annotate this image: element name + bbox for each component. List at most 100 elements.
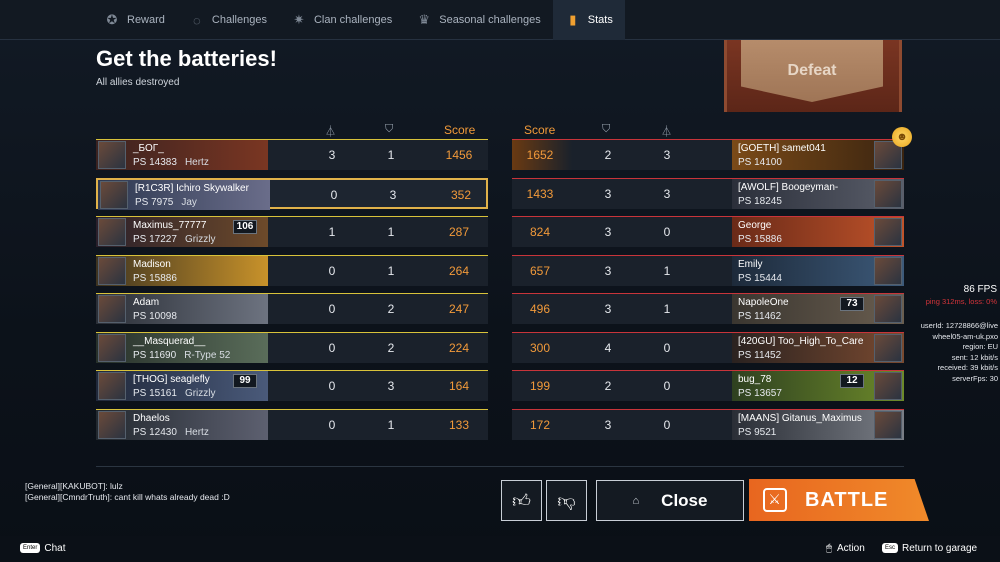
result-banner: Defeat: [724, 40, 902, 112]
tab-label: Clan challenges: [313, 14, 393, 26]
challenges-icon: ◌: [193, 12, 201, 28]
vehicle-name: R-Type 52: [184, 350, 231, 361]
enemy-assists-value: 2: [604, 148, 612, 162]
power-score-value: PS 15161: [133, 388, 177, 399]
enemy-kills-value: 3: [663, 187, 671, 201]
close-button[interactable]: ⌂ Close: [596, 480, 744, 521]
power-score-value: PS 10098: [133, 311, 177, 322]
enemy-score-value: 300: [529, 341, 551, 355]
enemy-assists-value: 2: [604, 379, 612, 393]
dislike-button[interactable]: 👎︎: [546, 480, 587, 521]
enemy-row[interactable]: [AWOLF] Boogeyman- PS 18245 1433 3 3: [512, 178, 904, 209]
player-name: [MAANS] Gitanus_Maximus: [738, 413, 862, 424]
assists-column-icon: ⛉: [602, 123, 611, 135]
top-player-badge-icon: ☻: [892, 127, 912, 147]
player-avatar: [874, 295, 902, 323]
tab-stats[interactable]: ▮ Stats: [552, 0, 625, 40]
return-to-garage-hint[interactable]: Esc Return to garage: [882, 543, 977, 554]
mission-title: Get the batteries!: [96, 46, 277, 71]
player-power-score: PS 15161 Grizzly: [133, 388, 216, 399]
ally-row[interactable]: Dhaelos PS 12430 Hertz 0 1 133: [96, 409, 488, 440]
player-power-score: PS 11462: [738, 311, 782, 322]
player-power-score: PS 10098: [133, 311, 177, 322]
network-stats: userId: 12728866@live wheel05-am-uk.pxo …: [905, 321, 998, 385]
player-avatar: [874, 180, 902, 208]
enemy-assists-value: 3: [604, 302, 612, 316]
enemy-row[interactable]: [GOETH] samet041 PS 14100 1652 2 3: [512, 139, 904, 170]
kills-column-icon: ⏃: [661, 126, 672, 138]
power-score-value: PS 11690: [133, 350, 177, 361]
battle-button[interactable]: ⚔ BATTLE: [749, 479, 929, 521]
tab-label: Challenges: [211, 14, 267, 26]
mouse-icon: 🖱︎: [826, 543, 832, 554]
stats-screen: ✪ Reward ◌ Challenges ✷ Clan challenges …: [0, 0, 1000, 562]
ally-kills-value: 0: [328, 418, 336, 432]
enemy-row[interactable]: bug_78 PS 13657 12 199 2 0: [512, 370, 904, 401]
power-score-value: PS 15886: [133, 273, 177, 284]
enemy-row[interactable]: NapoleOne PS 11462 73 496 3 1: [512, 293, 904, 324]
player-power-score: PS 9521: [738, 427, 777, 438]
seasonal-challenges-icon: ♛: [418, 12, 431, 27]
player-power-score: PS 17227 Grizzly: [133, 234, 216, 245]
enemy-row[interactable]: [420GU] Too_High_To_Care PS 11452 300 4 0: [512, 332, 904, 363]
player-avatar: [874, 411, 902, 439]
chat-hint[interactable]: Enter Chat: [20, 543, 65, 554]
network-line: region: EU: [962, 342, 998, 352]
like-button[interactable]: 👍︎: [501, 480, 542, 521]
action-hint[interactable]: 🖱︎ Action: [826, 543, 865, 554]
ally-row[interactable]: [THOG] seaglefly PS 15161 Grizzly 99 0 3 164: [96, 370, 488, 401]
player-power-score: PS 12430 Hertz: [133, 427, 209, 438]
player-avatar: [100, 181, 128, 209]
player-level-badge: 106: [233, 220, 257, 234]
enemy-row[interactable]: Emily PS 15444 657 3 1: [512, 255, 904, 286]
power-score-value: PS 7975: [135, 197, 174, 208]
tab-label: Stats: [587, 14, 613, 26]
player-name: NapoleOne: [738, 297, 789, 308]
enemy-score-value: 1652: [526, 148, 554, 162]
ally-row[interactable]: [R1C3R] Ichiro Skywalker PS 7975 Jay 0 3 352: [96, 178, 488, 210]
player-level-badge: 99: [233, 374, 257, 388]
ping-readout: ping 312ms, loss: 0%: [925, 297, 997, 306]
player-power-score: PS 14100: [738, 157, 782, 168]
assists-column-icon: ⛉: [385, 123, 394, 135]
enemy-assists-value: 3: [604, 418, 612, 432]
tab-reward[interactable]: ✪ Reward: [92, 0, 177, 40]
mission-subtitle: All allies destroyed: [96, 77, 180, 88]
ally-row[interactable]: Madison PS 15886 0 1 264: [96, 255, 488, 286]
garage-icon: ⌂: [632, 494, 640, 507]
tab-seasonal-challenges[interactable]: ♛ Seasonal challenges: [404, 0, 553, 40]
enemy-kills-value: 0: [663, 225, 671, 239]
player-name: Madison: [133, 259, 171, 270]
enemy-row[interactable]: George PS 15886 824 3 0: [512, 216, 904, 247]
player-avatar: [98, 411, 126, 439]
chat-hint-label: Chat: [44, 543, 66, 554]
tab-challenges[interactable]: ◌ Challenges: [177, 0, 279, 40]
player-name: George: [738, 220, 772, 231]
ally-score-value: 247: [448, 302, 470, 316]
ally-kills-value: 0: [330, 188, 338, 202]
tab-clan-challenges[interactable]: ✷ Clan challenges: [279, 0, 404, 40]
ally-kills-value: 0: [328, 264, 336, 278]
enemy-assists-value: 3: [604, 225, 612, 239]
player-power-score: PS 13657: [738, 388, 782, 399]
player-avatar: [98, 372, 126, 400]
enemy-score-value: 657: [529, 264, 551, 278]
enemy-score-header: Score: [524, 123, 556, 137]
vehicle-name: Jay: [181, 197, 197, 208]
player-avatar: [98, 334, 126, 362]
player-avatar: [98, 218, 126, 246]
player-power-score: PS 7975 Jay: [135, 197, 197, 208]
ally-kills-value: 0: [328, 341, 336, 355]
enemy-kills-value: 0: [663, 379, 671, 393]
ally-score-value: 264: [448, 264, 470, 278]
ally-score-value: 287: [448, 225, 470, 239]
player-power-score: PS 15886: [738, 234, 782, 245]
ally-row[interactable]: _БОГ_ PS 14383 Hertz 3 1 1456: [96, 139, 488, 170]
player-name: [R1C3R] Ichiro Skywalker: [135, 183, 249, 194]
ally-row[interactable]: Adam PS 10098 0 2 247: [96, 293, 488, 324]
network-line: serverFps: 30: [952, 373, 998, 383]
enemy-row[interactable]: [MAANS] Gitanus_Maximus PS 9521 172 3 0: [512, 409, 904, 440]
power-score-value: PS 17227: [133, 234, 177, 245]
ally-row[interactable]: __Masquerad__ PS 11690 R-Type 52 0 2 224: [96, 332, 488, 363]
ally-row[interactable]: Maximus_77777 PS 17227 Grizzly 106 1 1 287: [96, 216, 488, 247]
